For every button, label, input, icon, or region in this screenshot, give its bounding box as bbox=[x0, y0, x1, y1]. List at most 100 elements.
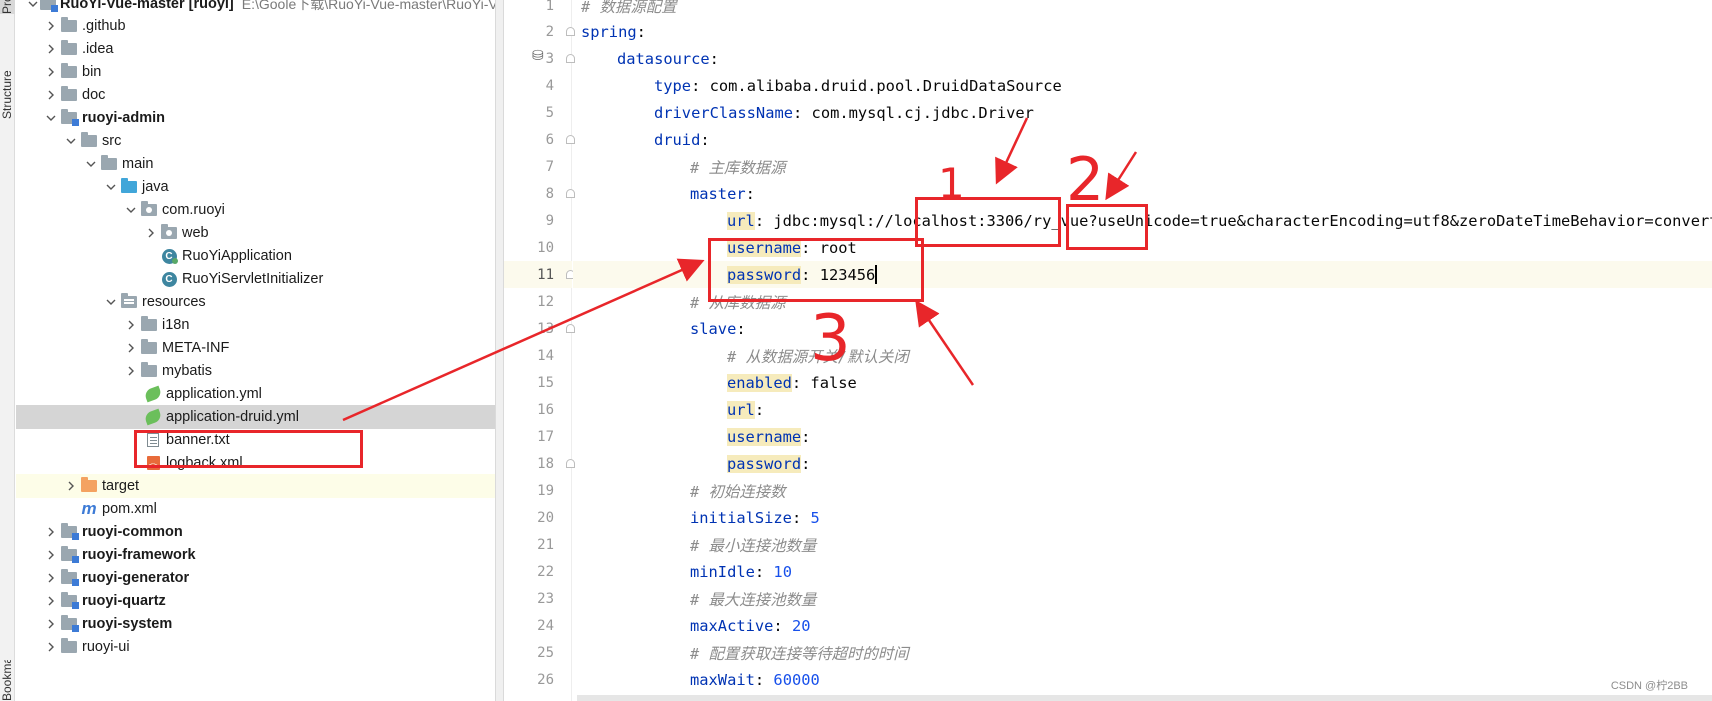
chevron-right-icon[interactable] bbox=[44, 42, 58, 56]
chevron-right-icon[interactable] bbox=[44, 571, 58, 585]
folder-icon bbox=[60, 63, 78, 80]
line-number: 7 bbox=[545, 158, 554, 175]
tree-item-ruoyi-generator[interactable]: ruoyi-generator bbox=[16, 566, 495, 590]
tree-item-main[interactable]: main bbox=[16, 152, 495, 176]
tree-item-resources[interactable]: resources bbox=[16, 290, 495, 314]
tree-item-i18n[interactable]: i18n bbox=[16, 313, 495, 337]
yaml-value: false bbox=[810, 373, 857, 392]
tree-item-meta-inf[interactable]: META-INF bbox=[16, 336, 495, 360]
java-class-run-icon: C bbox=[160, 248, 178, 264]
line-number: 1 bbox=[545, 0, 554, 14]
chevron-right-icon[interactable] bbox=[124, 341, 138, 355]
tree-item-mybatis[interactable]: mybatis bbox=[16, 359, 495, 383]
chevron-down-icon[interactable] bbox=[28, 0, 38, 11]
chevron-down-icon[interactable] bbox=[104, 295, 118, 309]
package-icon bbox=[160, 224, 178, 241]
tree-item-web[interactable]: web bbox=[16, 221, 495, 245]
yaml-value: com.alibaba.druid.pool.DruidDataSource bbox=[709, 76, 1062, 95]
tree-item-github[interactable]: .github bbox=[16, 14, 495, 38]
resources-folder-icon bbox=[120, 293, 138, 310]
code-editor[interactable]: 1 2 3 4 5 6 7 8 9 10 11 12 13 14 15 16 1… bbox=[504, 0, 1712, 701]
tree-item-doc[interactable]: doc bbox=[16, 83, 495, 107]
yaml-value: 20 bbox=[791, 616, 811, 635]
yaml-key: maxWait bbox=[690, 670, 755, 689]
line-number: 10 bbox=[537, 239, 554, 256]
module-folder-icon bbox=[60, 569, 79, 586]
folder-icon bbox=[60, 17, 78, 34]
yaml-key: type bbox=[654, 76, 692, 95]
tree-item-pom-xml[interactable]: m pom.xml bbox=[16, 497, 495, 521]
tree-item-ruoyi-common[interactable]: ruoyi-common bbox=[16, 520, 495, 544]
tree-item-application-druid-yml[interactable]: application-druid.yml bbox=[16, 405, 495, 429]
chevron-right-icon[interactable] bbox=[44, 88, 58, 102]
chevron-right-icon[interactable] bbox=[44, 65, 58, 79]
java-class-icon: C bbox=[160, 271, 178, 287]
chevron-right-icon[interactable] bbox=[144, 226, 158, 240]
tree-item-label: i18n bbox=[162, 317, 190, 333]
database-icon[interactable]: ⛁ bbox=[532, 47, 552, 65]
tree-item-target[interactable]: target bbox=[16, 474, 495, 498]
tree-item-label: ruoyi-system bbox=[82, 616, 173, 632]
tree-item-label: bin bbox=[82, 64, 102, 80]
yaml-value: com.mysql.cj.jdbc.Driver bbox=[811, 103, 1034, 122]
tree-item-com-ruoyi[interactable]: com.ruoyi bbox=[16, 198, 495, 222]
module-folder-icon bbox=[60, 523, 79, 540]
tree-item-ruoyiapplication[interactable]: C RuoYiApplication bbox=[16, 244, 495, 268]
line-number: 2 bbox=[545, 23, 554, 40]
panel-splitter[interactable] bbox=[495, 0, 504, 701]
tree-item-idea[interactable]: .idea bbox=[16, 37, 495, 61]
tree-item-ruoyi-quartz[interactable]: ruoyi-quartz bbox=[16, 589, 495, 613]
tree-item-servlet-initializer[interactable]: C RuoYiServletInitializer bbox=[16, 267, 495, 291]
horizontal-scrollbar[interactable] bbox=[577, 695, 1712, 701]
yaml-key: slave bbox=[690, 319, 737, 338]
tree-item-java[interactable]: java bbox=[16, 175, 495, 199]
chevron-right-icon[interactable] bbox=[44, 640, 58, 654]
yaml-key: master bbox=[690, 184, 746, 203]
yaml-key: spring bbox=[581, 22, 637, 41]
chevron-right-icon[interactable] bbox=[64, 479, 78, 493]
chevron-down-icon[interactable] bbox=[84, 157, 98, 171]
tree-item-ruoyi-system[interactable]: ruoyi-system bbox=[16, 612, 495, 636]
code-comment: # 最大连接池数量 bbox=[690, 590, 817, 609]
tree-item-ruoyi-ui[interactable]: ruoyi-ui bbox=[16, 635, 495, 659]
chevron-right-icon[interactable] bbox=[44, 594, 58, 608]
structure-tool-tab[interactable]: Structure bbox=[0, 56, 15, 134]
chevron-right-icon[interactable] bbox=[124, 364, 138, 378]
bookmarks-tool-tab[interactable]: Bookmarks bbox=[0, 660, 15, 701]
tree-item-ruoyi-framework[interactable]: ruoyi-framework bbox=[16, 543, 495, 567]
highlight-box-credentials bbox=[708, 238, 924, 302]
tree-item-ruoyi-admin[interactable]: ruoyi-admin bbox=[16, 106, 495, 130]
line-number: 22 bbox=[537, 563, 554, 580]
chevron-down-icon[interactable] bbox=[64, 134, 78, 148]
tree-item-src[interactable]: src bbox=[16, 129, 495, 153]
chevron-right-icon[interactable] bbox=[44, 525, 58, 539]
chevron-right-icon[interactable] bbox=[44, 617, 58, 631]
chevron-right-icon[interactable] bbox=[44, 19, 58, 33]
code-area[interactable]: # 数据源配置 spring: datasource: type: com.al… bbox=[573, 0, 1712, 701]
yaml-key: driverClassName bbox=[654, 103, 793, 122]
project-tree[interactable]: RuoYi-Vue-master [ruoyi] E:\Goole下载\RuoY… bbox=[16, 0, 495, 701]
highlight-box-druid-file bbox=[134, 430, 363, 468]
yaml-key: password bbox=[727, 454, 802, 473]
tree-item-bin[interactable]: bin bbox=[16, 60, 495, 84]
yaml-value: 60000 bbox=[773, 670, 820, 689]
tree-item-label: ruoyi-generator bbox=[82, 570, 190, 586]
folder-icon bbox=[140, 362, 158, 379]
chevron-down-icon[interactable] bbox=[124, 203, 138, 217]
line-number: 16 bbox=[537, 401, 554, 418]
line-number: 4 bbox=[545, 77, 554, 94]
chevron-down-icon[interactable] bbox=[44, 111, 58, 125]
source-folder-icon bbox=[120, 178, 138, 195]
line-number: 25 bbox=[537, 644, 554, 661]
spring-leaf-icon bbox=[143, 408, 163, 426]
chevron-right-icon[interactable] bbox=[44, 548, 58, 562]
tree-item-label: target bbox=[102, 478, 140, 494]
chevron-right-icon[interactable] bbox=[124, 318, 138, 332]
line-number: 18 bbox=[537, 455, 554, 472]
chevron-down-icon[interactable] bbox=[104, 180, 118, 194]
spring-leaf-icon bbox=[143, 385, 163, 403]
line-number: 15 bbox=[537, 374, 554, 391]
project-tool-tab[interactable]: Project bbox=[0, 0, 15, 14]
yaml-value: 10 bbox=[773, 562, 792, 581]
tree-item-application-yml[interactable]: application.yml bbox=[16, 382, 495, 406]
